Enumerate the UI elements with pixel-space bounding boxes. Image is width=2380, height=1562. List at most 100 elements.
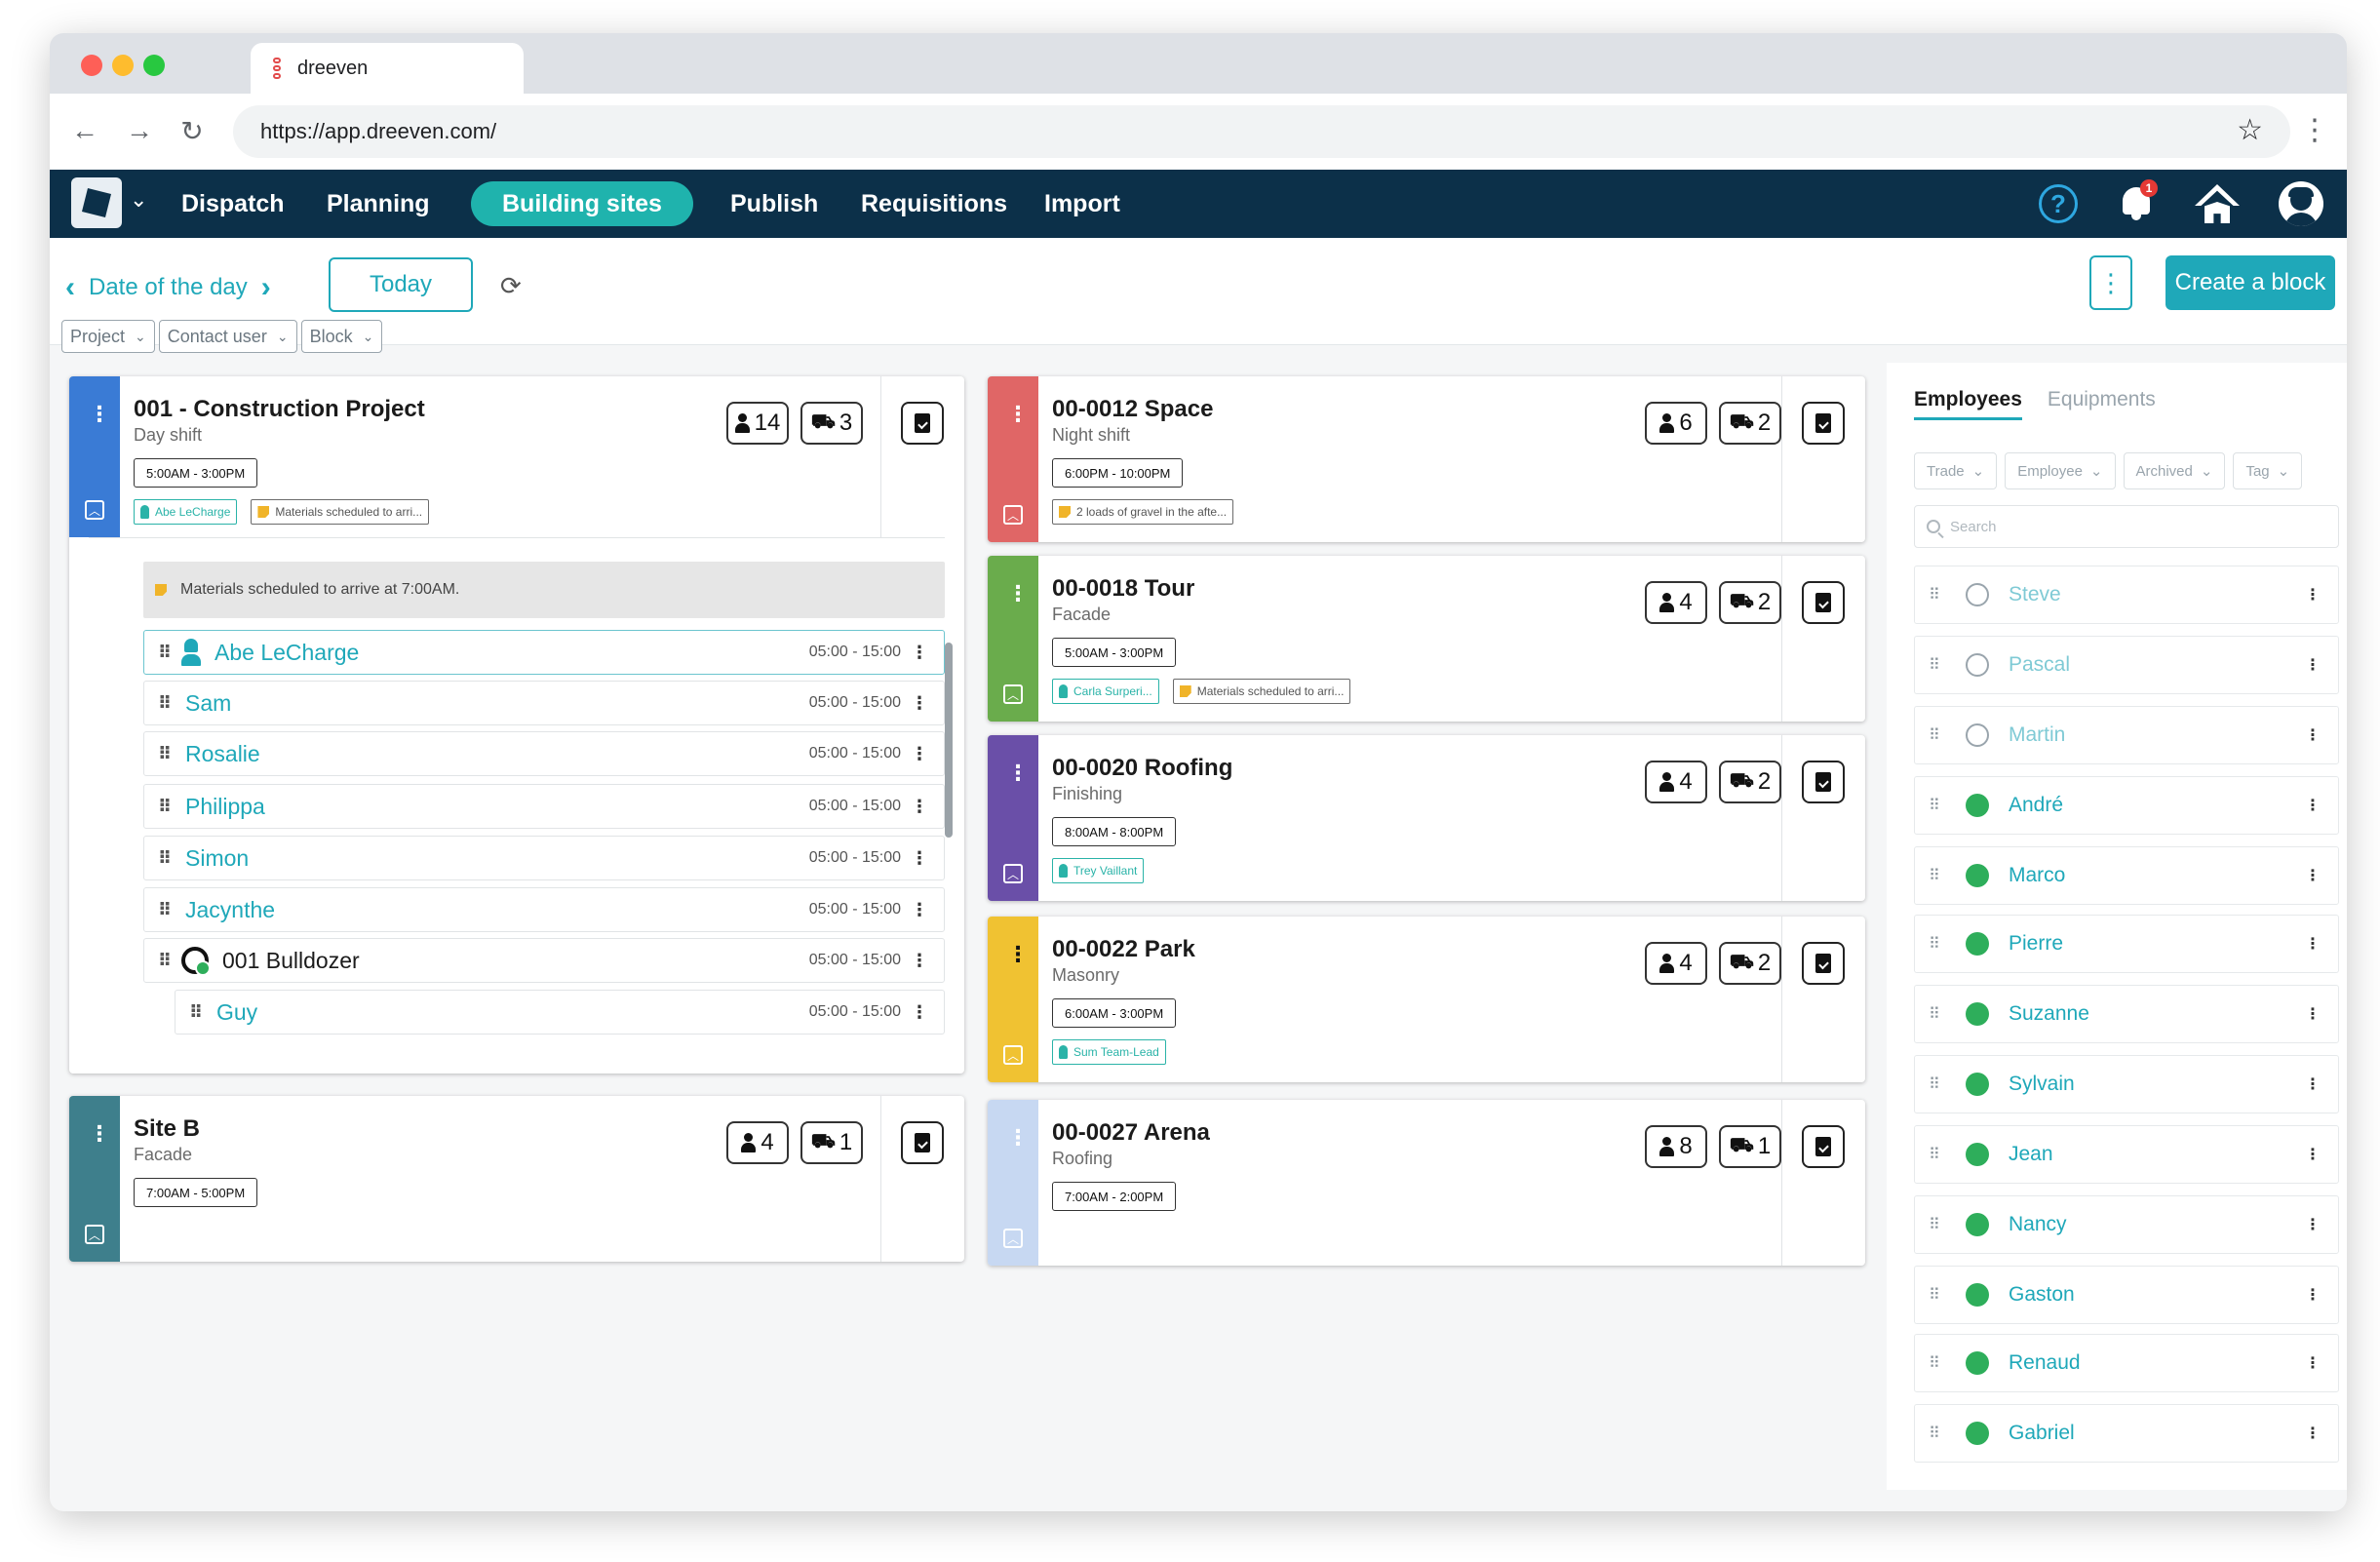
roster-row[interactable]: ⠿ Guy 05:00 - 15:00 ⋮: [175, 990, 945, 1035]
url-input[interactable]: https://app.dreeven.com/ ☆: [233, 105, 2290, 158]
drag-handle-icon[interactable]: ⠿: [1929, 866, 1954, 885]
refresh-icon[interactable]: ⟳: [500, 271, 522, 301]
contact-tag[interactable]: Carla Surperi...: [1052, 679, 1159, 704]
drag-handle-icon[interactable]: ⠿: [158, 951, 181, 971]
site-card-tour[interactable]: ⋮ ︿ 00-0018 Tour Facade 5:00AM - 3:00PM …: [988, 556, 1865, 722]
clipboard-check-button[interactable]: [901, 402, 944, 445]
roster-row[interactable]: ⠿ Sam 05:00 - 15:00 ⋮: [143, 681, 945, 725]
employee-row[interactable]: ⠿ Martin ⋮: [1914, 706, 2339, 764]
row-menu-icon[interactable]: ⋮: [911, 1002, 928, 1023]
previous-day-chevron-icon[interactable]: ‹: [65, 271, 75, 304]
drag-handle-icon[interactable]: ⠿: [158, 744, 181, 764]
roster-row[interactable]: ⠿ 001 Bulldozer 05:00 - 15:00 ⋮: [143, 938, 945, 983]
clipboard-check-button[interactable]: [1802, 942, 1845, 985]
employee-row[interactable]: ⠿ Pascal ⋮: [1914, 636, 2339, 694]
row-menu-icon[interactable]: ⋮: [2305, 1215, 2321, 1234]
drag-handle-icon[interactable]: ⠿: [158, 848, 181, 869]
date-label[interactable]: Date of the day: [89, 274, 248, 301]
site-menu-icon[interactable]: ⋮: [89, 404, 110, 425]
drag-handle-icon[interactable]: ⠿: [158, 643, 181, 663]
site-card-site-b[interactable]: ⋮ ︿ Site B Facade 7:00AM - 5:00PM 4 ⛟ 1: [69, 1096, 964, 1262]
nav-requisitions[interactable]: Requisitions: [861, 170, 1007, 238]
collapse-chevron-icon[interactable]: ︿: [1003, 1045, 1023, 1065]
create-block-button[interactable]: Create a block: [2165, 255, 2335, 310]
collapse-chevron-icon[interactable]: ︿: [1003, 505, 1023, 525]
filter-project[interactable]: Project ⌄: [61, 320, 155, 353]
filter-employee[interactable]: Employee ⌄: [2005, 452, 2116, 489]
equipment-count[interactable]: ⛟ 2: [1719, 402, 1781, 445]
note-tag[interactable]: Materials scheduled to arri...: [251, 499, 430, 525]
filter-archived[interactable]: Archived ⌄: [2123, 452, 2226, 489]
note-tag[interactable]: 2 loads of gravel in the afte...: [1052, 499, 1234, 525]
equipment-count[interactable]: ⛟ 1: [1719, 1125, 1781, 1168]
contact-tag[interactable]: Sum Team-Lead: [1052, 1039, 1166, 1065]
employee-count[interactable]: 6: [1645, 402, 1707, 445]
roster-row[interactable]: ⠿ Simon 05:00 - 15:00 ⋮: [143, 836, 945, 880]
site-card-arena[interactable]: ⋮ ︿ 00-0027 Arena Roofing 7:00AM - 2:00P…: [988, 1100, 1865, 1266]
row-menu-icon[interactable]: ⋮: [911, 900, 928, 920]
employee-row[interactable]: ⠿ Gabriel ⋮: [1914, 1404, 2339, 1463]
site-card-space[interactable]: ⋮ ︿ 00-0012 Space Night shift 6:00PM - 1…: [988, 376, 1865, 542]
row-menu-icon[interactable]: ⋮: [2305, 1424, 2321, 1443]
search-input[interactable]: Search: [1914, 505, 2339, 548]
clipboard-check-button[interactable]: [901, 1121, 944, 1164]
drag-handle-icon[interactable]: ⠿: [158, 693, 181, 714]
roster-scrollbar[interactable]: [945, 643, 953, 838]
equipment-count[interactable]: ⛟ 2: [1719, 761, 1781, 803]
drag-handle-icon[interactable]: ⠿: [1929, 655, 1954, 675]
contact-tag[interactable]: Abe LeCharge: [134, 499, 238, 525]
avatar[interactable]: [2279, 181, 2323, 226]
employee-row[interactable]: ⠿ André ⋮: [1914, 776, 2339, 835]
site-menu-icon[interactable]: ⋮: [1007, 944, 1029, 965]
nav-dispatch[interactable]: Dispatch: [181, 170, 285, 238]
drag-handle-icon[interactable]: ⠿: [1929, 1215, 1954, 1234]
row-menu-icon[interactable]: ⋮: [911, 643, 928, 663]
filter-block[interactable]: Block ⌄: [300, 320, 383, 353]
row-menu-icon[interactable]: ⋮: [911, 951, 928, 971]
row-menu-icon[interactable]: ⋮: [2305, 796, 2321, 815]
drag-handle-icon[interactable]: ⠿: [1929, 1353, 1954, 1373]
site-card-001[interactable]: ⋮ ︿ 001 - Construction Project Day shift…: [69, 376, 964, 1074]
equipment-count[interactable]: ⛟ 2: [1719, 942, 1781, 985]
today-button[interactable]: Today: [329, 257, 473, 312]
employee-row[interactable]: ⠿ Nancy ⋮: [1914, 1195, 2339, 1254]
roster-row[interactable]: ⠿ Philippa 05:00 - 15:00 ⋮: [143, 784, 945, 829]
row-menu-icon[interactable]: ⋮: [2305, 866, 2321, 885]
employee-count[interactable]: 4: [726, 1121, 789, 1164]
row-menu-icon[interactable]: ⋮: [2305, 655, 2321, 675]
close-window-button[interactable]: [81, 55, 102, 76]
minimize-window-button[interactable]: [112, 55, 134, 76]
employee-row[interactable]: ⠿ Marco ⋮: [1914, 846, 2339, 905]
drag-handle-icon[interactable]: ⠿: [1929, 585, 1954, 605]
notification-bell-icon[interactable]: 1: [2117, 179, 2158, 224]
employee-row[interactable]: ⠿ Jean ⋮: [1914, 1125, 2339, 1184]
equipment-count[interactable]: ⛟ 3: [800, 402, 863, 445]
equipment-count[interactable]: ⛟ 2: [1719, 581, 1781, 624]
employee-count[interactable]: 8: [1645, 1125, 1707, 1168]
equipment-count[interactable]: ⛟ 1: [800, 1121, 863, 1164]
drag-handle-icon[interactable]: ⠿: [1929, 1004, 1954, 1024]
employee-count[interactable]: 4: [1645, 942, 1707, 985]
site-menu-icon[interactable]: ⋮: [1007, 583, 1029, 605]
row-menu-icon[interactable]: ⋮: [2305, 1074, 2321, 1094]
filter-tag[interactable]: Tag ⌄: [2233, 452, 2303, 489]
drag-handle-icon[interactable]: ⠿: [1929, 1074, 1954, 1094]
row-menu-icon[interactable]: ⋮: [2305, 934, 2321, 954]
drag-handle-icon[interactable]: ⠿: [158, 900, 181, 920]
row-menu-icon[interactable]: ⋮: [2305, 585, 2321, 605]
row-menu-icon[interactable]: ⋮: [911, 693, 928, 714]
maximize-window-button[interactable]: [143, 55, 165, 76]
nav-planning[interactable]: Planning: [327, 170, 430, 238]
site-menu-icon[interactable]: ⋮: [1007, 1127, 1029, 1149]
site-card-roofing[interactable]: ⋮ ︿ 00-0020 Roofing Finishing 8:00AM - 8…: [988, 735, 1865, 901]
help-icon[interactable]: ?: [2039, 184, 2078, 223]
contact-tag[interactable]: Trey Vaillant: [1052, 858, 1145, 883]
drag-handle-icon[interactable]: ⠿: [1929, 1424, 1954, 1443]
clipboard-check-button[interactable]: [1802, 1125, 1845, 1168]
employee-count[interactable]: 14: [726, 402, 789, 445]
next-day-chevron-icon[interactable]: ›: [261, 271, 271, 304]
bookmark-star-icon[interactable]: ☆: [2237, 113, 2263, 147]
employee-row[interactable]: ⠿ Sylvain ⋮: [1914, 1055, 2339, 1113]
employee-row[interactable]: ⠿ Pierre ⋮: [1914, 915, 2339, 973]
row-menu-icon[interactable]: ⋮: [911, 744, 928, 764]
